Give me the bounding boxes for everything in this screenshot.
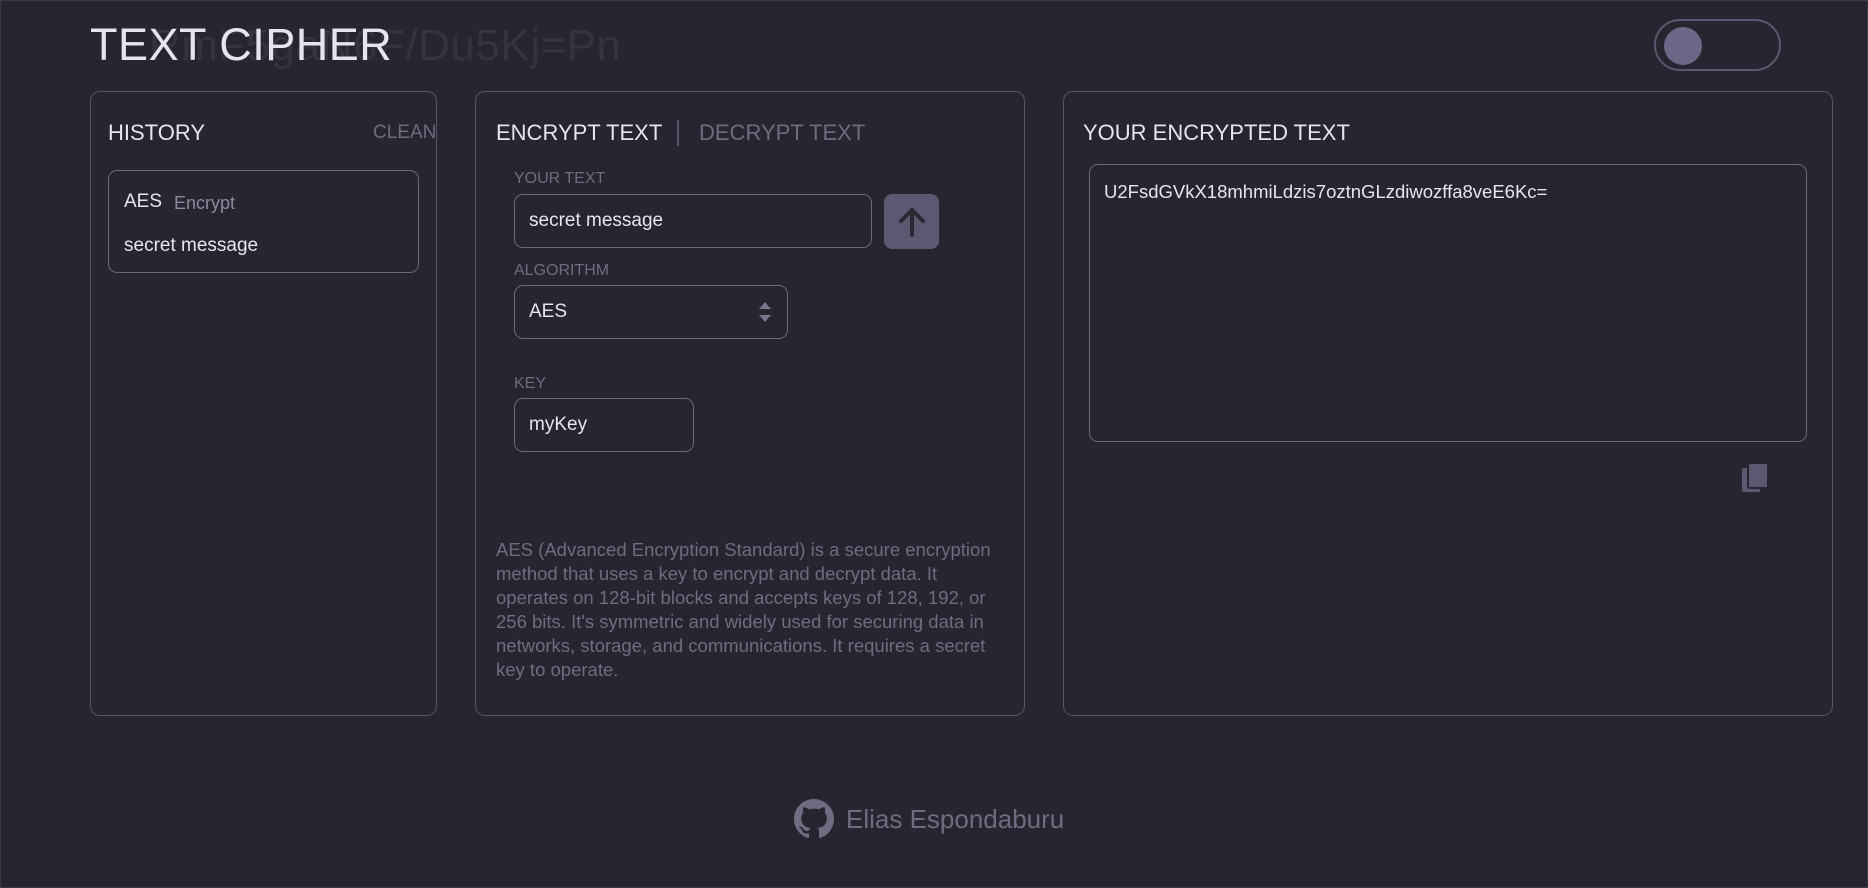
copy-button[interactable] [1738, 460, 1774, 496]
algorithm-select[interactable]: AES [514, 285, 788, 339]
copy-icon [1742, 462, 1769, 492]
theme-toggle-knob [1664, 27, 1702, 65]
your-text-input[interactable]: secret message [514, 194, 872, 248]
app-title: TEXT CIPHER [90, 19, 393, 70]
history-item-text: secret message [124, 235, 259, 256]
your-text-label: YOUR TEXT [514, 170, 606, 187]
footer-author-link[interactable]: Elias Espondaburu [794, 799, 1064, 839]
tab-decrypt-text[interactable]: DECRYPT TEXT [699, 120, 865, 146]
output-title: YOUR ENCRYPTED TEXT [1083, 120, 1350, 145]
key-input[interactable]: myKey [514, 398, 694, 452]
history-item-mode: Encrypt [174, 193, 236, 213]
encrypted-text-output[interactable]: U2FsdGVkX18mhmiLdzis7oztnGLzdiwozffa8veE… [1089, 164, 1807, 442]
tab-divider [677, 120, 679, 146]
clean-history-button[interactable]: CLEAN [373, 122, 436, 144]
output-panel: YOUR ENCRYPTED TEXT U2FsdGVkX18mhmiLdzis… [1063, 91, 1833, 716]
encrypt-panel: ENCRYPT TEXT DECRYPT TEXT YOUR TEXT secr… [475, 91, 1025, 716]
arrow-up-icon [898, 207, 925, 237]
theme-toggle[interactable] [1654, 19, 1781, 71]
history-panel: HISTORY CLEAN AES Encrypt secret message [90, 91, 437, 716]
algorithm-label: ALGORITHM [514, 262, 610, 279]
app-page: RmF5gaN6F/Du5Kj=Pn TEXT CIPHER HISTORY C… [0, 0, 1868, 888]
algorithm-select-value: AES [529, 301, 568, 322]
encrypt-submit-button[interactable] [884, 194, 939, 249]
tab-encrypt-text[interactable]: ENCRYPT TEXT [496, 120, 662, 146]
history-title: HISTORY [108, 120, 205, 145]
history-item-algorithm: AES [124, 191, 163, 212]
select-arrows-icon [759, 302, 771, 322]
key-label: KEY [514, 375, 547, 392]
github-icon [794, 799, 834, 839]
history-item[interactable]: AES Encrypt secret message [108, 170, 419, 273]
algorithm-description: AES (Advanced Encryption Standard) is a … [496, 539, 991, 680]
footer-author-name: Elias Espondaburu [846, 803, 1065, 834]
